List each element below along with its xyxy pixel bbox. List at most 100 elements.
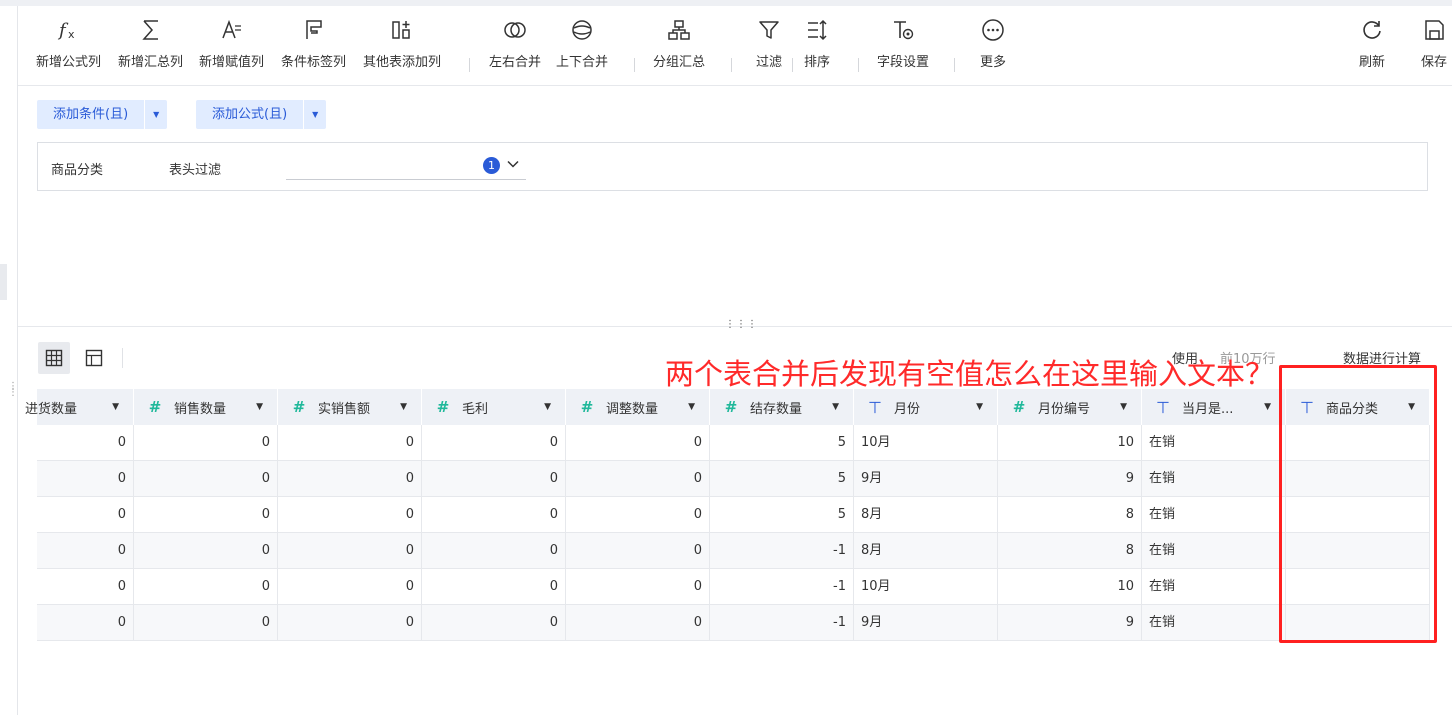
column-header[interactable]: # 结存数量 ▼ xyxy=(710,389,854,425)
column-header[interactable]: # 毛利 ▼ xyxy=(422,389,566,425)
more-button[interactable]: 更多 xyxy=(979,16,1007,78)
table-cell[interactable]: 0 xyxy=(37,533,134,569)
table-cell[interactable]: 5 xyxy=(710,497,854,533)
table-cell[interactable]: 0 xyxy=(37,605,134,641)
drag-handle-icon[interactable]: ⋮ ⋮ xyxy=(8,382,18,404)
add-column-from-table-button[interactable]: 其他表添加列 xyxy=(363,16,441,78)
table-cell[interactable] xyxy=(1286,425,1430,461)
table-cell[interactable] xyxy=(1286,533,1430,569)
condition-tag-column-button[interactable]: 条件标签列 xyxy=(281,16,346,78)
column-menu-icon[interactable]: ▼ xyxy=(1120,402,1127,412)
add-condition-button[interactable]: 添加条件(且) xyxy=(37,100,146,129)
table-cell[interactable]: 0 xyxy=(278,497,422,533)
table-cell[interactable]: 5 xyxy=(710,425,854,461)
table-cell[interactable]: 0 xyxy=(134,497,278,533)
grid-view-button[interactable] xyxy=(38,342,70,374)
column-header[interactable]: ⊤ 月份 ▼ xyxy=(854,389,998,425)
table-cell[interactable] xyxy=(1286,569,1430,605)
table-cell[interactable]: 0 xyxy=(134,461,278,497)
table-cell[interactable]: 9 xyxy=(998,605,1142,641)
table-cell[interactable] xyxy=(1286,497,1430,533)
table-cell[interactable]: 0 xyxy=(422,605,566,641)
table-cell[interactable]: 0 xyxy=(422,461,566,497)
table-cell[interactable]: 在销 xyxy=(1142,497,1286,533)
table-cell[interactable]: -1 xyxy=(710,569,854,605)
column-menu-icon[interactable]: ▼ xyxy=(256,402,263,412)
column-menu-icon[interactable]: ▼ xyxy=(544,402,551,412)
table-cell[interactable]: 10月 xyxy=(854,569,998,605)
add-formula-button[interactable]: 添加公式(且) xyxy=(196,100,305,129)
table-cell[interactable]: 9月 xyxy=(854,461,998,497)
table-cell[interactable]: 9月 xyxy=(854,605,998,641)
table-cell[interactable]: 0 xyxy=(566,569,710,605)
table-cell[interactable]: 0 xyxy=(134,533,278,569)
column-menu-icon[interactable]: ▼ xyxy=(112,402,119,412)
table-cell[interactable]: 8月 xyxy=(854,497,998,533)
table-cell[interactable]: 0 xyxy=(566,425,710,461)
table-cell[interactable]: 0 xyxy=(422,425,566,461)
field-settings-button[interactable]: 字段设置 xyxy=(877,16,929,78)
filter-button[interactable]: 过滤 xyxy=(755,16,783,78)
table-cell[interactable]: 5 xyxy=(710,461,854,497)
table-cell[interactable]: 0 xyxy=(422,533,566,569)
table-cell[interactable] xyxy=(1286,605,1430,641)
table-cell[interactable]: 0 xyxy=(134,605,278,641)
resize-handle-icon[interactable]: ⋮⋮⋮ xyxy=(725,320,758,330)
column-header[interactable]: # 调整数量 ▼ xyxy=(566,389,710,425)
column-menu-icon[interactable]: ▼ xyxy=(1408,402,1415,412)
merge-vertical-button[interactable]: 上下合并 xyxy=(556,16,608,78)
merge-horizontal-button[interactable]: 左右合并 xyxy=(489,16,541,78)
table-cell[interactable]: 0 xyxy=(278,605,422,641)
column-menu-icon[interactable]: ▼ xyxy=(400,402,407,412)
table-cell[interactable]: 0 xyxy=(566,461,710,497)
column-header[interactable]: #进货数量▼ xyxy=(25,389,134,425)
table-cell[interactable]: 在销 xyxy=(1142,569,1286,605)
table-cell[interactable]: 0 xyxy=(566,533,710,569)
table-cell[interactable]: 0 xyxy=(134,569,278,605)
column-header[interactable]: # 月份编号 ▼ xyxy=(998,389,1142,425)
table-cell[interactable]: 10 xyxy=(998,569,1142,605)
table-cell[interactable]: 0 xyxy=(566,605,710,641)
rail-collapse-tab[interactable] xyxy=(0,264,7,300)
table-cell[interactable]: -1 xyxy=(710,533,854,569)
column-menu-icon[interactable]: ▼ xyxy=(1264,402,1271,412)
table-cell[interactable]: 0 xyxy=(422,569,566,605)
table-cell[interactable]: 0 xyxy=(566,497,710,533)
table-cell[interactable]: 0 xyxy=(278,569,422,605)
table-cell[interactable]: 0 xyxy=(37,461,134,497)
table-cell[interactable]: 8 xyxy=(998,497,1142,533)
save-button[interactable]: 保存 xyxy=(1420,16,1448,78)
table-cell[interactable]: 0 xyxy=(422,497,566,533)
table-cell[interactable]: 0 xyxy=(278,425,422,461)
table-cell[interactable]: 0 xyxy=(37,497,134,533)
column-header[interactable]: # 实销售额 ▼ xyxy=(278,389,422,425)
sort-button[interactable]: 排序 xyxy=(803,16,831,78)
condition-operator[interactable]: 表头过滤 xyxy=(169,159,221,178)
table-cell[interactable] xyxy=(1286,461,1430,497)
condition-field[interactable]: 商品分类 xyxy=(51,159,103,178)
refresh-button[interactable]: 刷新 xyxy=(1358,16,1386,78)
add-summary-column-button[interactable]: 新增汇总列 xyxy=(118,16,183,78)
column-menu-icon[interactable]: ▼ xyxy=(688,402,695,412)
table-cell[interactable]: 10月 xyxy=(854,425,998,461)
table-cell[interactable]: 9 xyxy=(998,461,1142,497)
table-cell[interactable]: 在销 xyxy=(1142,533,1286,569)
add-formula-column-button[interactable]: fx 新增公式列 xyxy=(36,16,101,78)
column-header[interactable]: ⊤ 商品分类 ▼ xyxy=(1286,389,1430,425)
caret-down-icon[interactable]: ▼ xyxy=(304,100,326,129)
table-cell[interactable]: 0 xyxy=(37,425,134,461)
table-cell[interactable]: 在销 xyxy=(1142,425,1286,461)
table-cell[interactable]: 0 xyxy=(134,425,278,461)
column-header[interactable]: # 销售数量 ▼ xyxy=(134,389,278,425)
table-cell[interactable]: 0 xyxy=(278,533,422,569)
column-menu-icon[interactable]: ▼ xyxy=(976,402,983,412)
caret-down-icon[interactable]: ▼ xyxy=(145,100,167,129)
table-cell[interactable]: 8月 xyxy=(854,533,998,569)
condition-value-select[interactable]: 1 xyxy=(286,152,526,180)
group-summary-button[interactable]: 分组汇总 xyxy=(653,16,705,78)
table-cell[interactable]: -1 xyxy=(710,605,854,641)
add-assign-column-button[interactable]: 新增赋值列 xyxy=(199,16,264,78)
table-cell[interactable]: 0 xyxy=(278,461,422,497)
column-header[interactable]: ⊤ 当月是... ▼ xyxy=(1142,389,1286,425)
table-cell[interactable]: 0 xyxy=(37,569,134,605)
